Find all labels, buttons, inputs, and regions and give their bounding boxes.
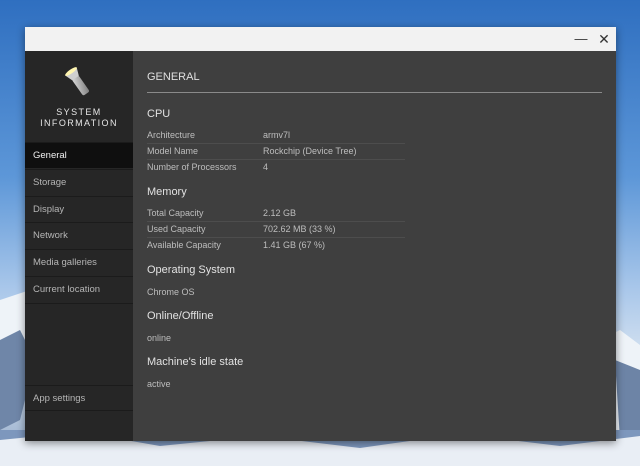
info-value: 2.12 GB <box>263 208 297 218</box>
info-value: 702.62 MB (33 %) <box>263 224 336 234</box>
os-value: Chrome OS <box>147 287 195 297</box>
nav-item-network[interactable]: Network <box>25 222 133 248</box>
flashlight-icon <box>65 67 89 96</box>
system-information-window: — ✕ SYSTEM INFORMATION General Storage D… <box>25 27 616 441</box>
nav-item-general[interactable]: General <box>25 142 133 168</box>
app-title-line1: SYSTEM <box>56 107 102 117</box>
app-settings-button[interactable]: App settings <box>25 385 133 411</box>
idle-value: active <box>147 379 171 389</box>
info-value: Rockchip (Device Tree) <box>263 146 357 156</box>
app-title-line2: INFORMATION <box>40 118 118 128</box>
nav-item-storage[interactable]: Storage <box>25 169 133 195</box>
page-title: GENERAL <box>147 71 200 83</box>
minimize-icon[interactable]: — <box>573 31 589 47</box>
info-row: Architecture armv7l <box>147 127 405 144</box>
nav-divider <box>25 303 133 304</box>
info-row: Total Capacity 2.12 GB <box>147 205 405 222</box>
idle-heading: Machine's idle state <box>147 356 244 368</box>
os-heading: Operating System <box>147 264 236 276</box>
info-key: Total Capacity <box>147 208 204 218</box>
title-bar: — ✕ <box>25 27 616 51</box>
info-key: Available Capacity <box>147 240 221 250</box>
close-icon[interactable]: ✕ <box>596 31 612 47</box>
sidebar: SYSTEM INFORMATION General Storage Displ… <box>25 51 133 441</box>
memory-heading: Memory <box>147 186 187 198</box>
online-value: online <box>147 333 172 343</box>
info-key: Used Capacity <box>147 224 206 234</box>
info-row: Model Name Rockchip (Device Tree) <box>147 143 405 160</box>
info-value: armv7l <box>263 130 291 140</box>
nav-item-display[interactable]: Display <box>25 196 133 222</box>
app-logo: SYSTEM INFORMATION <box>25 51 133 141</box>
title-divider <box>147 92 602 93</box>
info-key: Model Name <box>147 146 199 156</box>
info-value: 1.41 GB (67 %) <box>263 240 326 250</box>
cpu-heading: CPU <box>147 108 171 120</box>
nav-item-current-location[interactable]: Current location <box>25 276 133 302</box>
online-heading: Online/Offline <box>147 310 214 322</box>
info-row: Available Capacity 1.41 GB (67 %) <box>147 237 405 253</box>
info-row: Used Capacity 702.62 MB (33 %) <box>147 221 405 238</box>
info-value: 4 <box>263 162 269 172</box>
info-key: Architecture <box>147 130 196 140</box>
main-panel: GENERAL CPU Architecture armv7l Model Na… <box>133 51 616 441</box>
info-key: Number of Processors <box>147 162 237 172</box>
info-row: Number of Processors 4 <box>147 159 405 175</box>
nav-item-media-galleries[interactable]: Media galleries <box>25 249 133 275</box>
